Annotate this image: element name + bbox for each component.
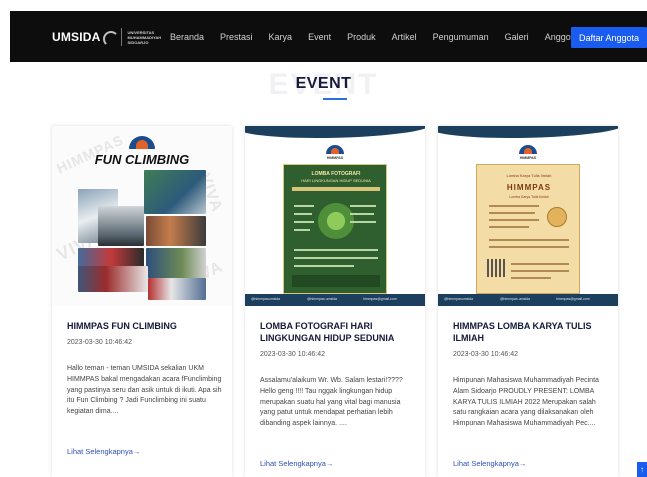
poster-line [294, 257, 378, 259]
photo-group-e [78, 266, 148, 292]
event-card[interactable]: HIMMPAS Lomba Karya Tulis Ilmiah HIMMPAS… [438, 126, 618, 477]
event-card-image[interactable]: HIMMPAS LOMBA FOTOGRAFI HARI LINGKUNGAN … [245, 126, 425, 306]
poster-title: LOMBA FOTOGRAFI [311, 171, 361, 177]
social-handle: @himmpas.umsida [307, 297, 338, 301]
logo-wordmark: UMSIDA [52, 30, 101, 44]
photo-group-d [146, 248, 206, 278]
poster-panel: Lomba Karya Tulis Ilmiah HIMMPAS Lomba K… [476, 164, 580, 294]
poster-seal-icon [547, 207, 567, 227]
event-card[interactable]: HIMMPAS LOMBA FOTOGRAFI HARI LINGKUNGAN … [245, 126, 425, 477]
site-logo[interactable]: UMSIDA UNIVERSITAS MUHAMMADIYAH SIDOARJO [52, 25, 168, 49]
event-card-excerpt: Himpunan Mahasiswa Muhammadiyah Pecinta … [453, 377, 599, 428]
poster-line [489, 226, 529, 228]
event-card-image[interactable]: HIMMPAS Lomba Karya Tulis Ilmiah HIMMPAS… [438, 126, 618, 306]
logo-divider [120, 28, 122, 46]
poster-line [350, 221, 376, 223]
event-card[interactable]: HIMMPAS VIVA VIVA VIVA FUN CLIMBING HIMM… [52, 126, 232, 477]
social-handle: @himmpas.umsida [500, 297, 531, 301]
poster-line [511, 270, 569, 272]
social-handle: himmpas@gmail.com [556, 297, 590, 301]
social-handle: @himmpasumsida [444, 297, 474, 301]
nav-menu: Beranda Prestasi Karya Event Produk Arti… [170, 11, 594, 62]
event-card-image[interactable]: HIMMPAS VIVA VIVA VIVA FUN CLIMBING [52, 126, 232, 306]
section-title: EVENT [295, 75, 352, 92]
poster-subtitle: Lomba Karya Tulis Ilmiah [509, 195, 549, 199]
poster-brand: HIMMPAS [519, 156, 537, 160]
poster-line [489, 205, 539, 207]
event-card-title[interactable]: HIMMPAS LOMBA KARYA TULIS ILMIAH [453, 320, 611, 344]
logo-subtext: UNIVERSITAS MUHAMMADIYAH SIDOARJO [127, 29, 162, 45]
poster-line [294, 221, 314, 223]
poster-band [292, 187, 380, 191]
poster-line [294, 249, 378, 251]
nav-link-artikel[interactable]: Artikel [392, 32, 417, 42]
read-more-link[interactable]: Lihat Selengkapnya→ [67, 447, 140, 456]
qr-code-icon [487, 259, 505, 277]
section-title-underline [323, 98, 347, 100]
nav-link-produk[interactable]: Produk [347, 32, 376, 42]
nav-link-galeri[interactable]: Galeri [505, 32, 529, 42]
poster-line [294, 205, 314, 207]
event-card-title[interactable]: LOMBA FOTOGRAFI HARI LINGKUNGAN HIDUP SE… [260, 320, 418, 344]
event-card-excerpt: Assalamu'alaikum Wr. Wb. Salam lestari!?… [260, 377, 403, 428]
photo-group-f [148, 278, 206, 300]
poster-line [350, 205, 376, 207]
nav-link-pengumuman[interactable]: Pengumuman [433, 32, 489, 42]
nav-link-event[interactable]: Event [308, 32, 331, 42]
poster-line [294, 229, 310, 231]
event-card-excerpt: Hallo teman - teman UMSIDA sekalian UKM … [67, 365, 222, 416]
poster-social-bar: @himmpasumsida @himmpas.umsida himmpas@g… [438, 294, 618, 306]
read-more-link[interactable]: Lihat Selengkapnya→ [260, 459, 333, 468]
poster-line [489, 246, 569, 248]
poster-subtitle: HARI LINGKUNGAN HIDUP SEDUNIA [301, 178, 371, 183]
poster-line [350, 213, 374, 215]
navbar: UMSIDA UNIVERSITAS MUHAMMADIYAH SIDOARJO… [10, 11, 647, 62]
poster-line [511, 277, 551, 279]
poster-line [294, 265, 354, 267]
register-member-button[interactable]: Daftar Anggota [571, 27, 647, 48]
poster-social-bar: @himmpasumsida @himmpas.umsida himmpas@g… [245, 294, 425, 306]
nav-link-prestasi[interactable]: Prestasi [220, 32, 253, 42]
poster-line [489, 219, 539, 221]
poster-title: HIMMPAS [506, 183, 552, 192]
nav-link-karya[interactable]: Karya [269, 32, 293, 42]
social-handle: @himmpasumsida [251, 297, 281, 301]
poster-kicker: Lomba Karya Tulis Ilmiah [506, 173, 552, 178]
photo-group-b [146, 216, 206, 246]
poster-brand: HIMMPAS [326, 156, 344, 160]
nav-link-beranda[interactable]: Beranda [170, 32, 204, 42]
event-card-date: 2023-03-30 10:46:42 [260, 351, 325, 358]
read-more-link[interactable]: Lihat Selengkapnya→ [453, 459, 526, 468]
image-title: FUN CLIMBING [94, 152, 190, 167]
poster-line [511, 263, 569, 265]
poster-line [489, 239, 569, 241]
event-card-title[interactable]: HIMMPAS FUN CLIMBING [67, 320, 225, 332]
photo-group-a [98, 206, 144, 246]
poster-line [294, 213, 312, 215]
photo-climbing-wall [144, 170, 206, 214]
poster-footer [292, 275, 380, 287]
event-card-date: 2023-03-30 10:46:42 [67, 339, 132, 346]
poster-line [489, 212, 535, 214]
poster-panel: LOMBA FOTOGRAFI HARI LINGKUNGAN HIDUP SE… [283, 164, 387, 294]
scroll-to-top-button[interactable]: ↑ [637, 462, 647, 477]
event-card-date: 2023-03-30 10:46:42 [453, 351, 518, 358]
social-handle: himmpas@gmail.com [363, 297, 397, 301]
logo-arc-icon [102, 31, 119, 47]
